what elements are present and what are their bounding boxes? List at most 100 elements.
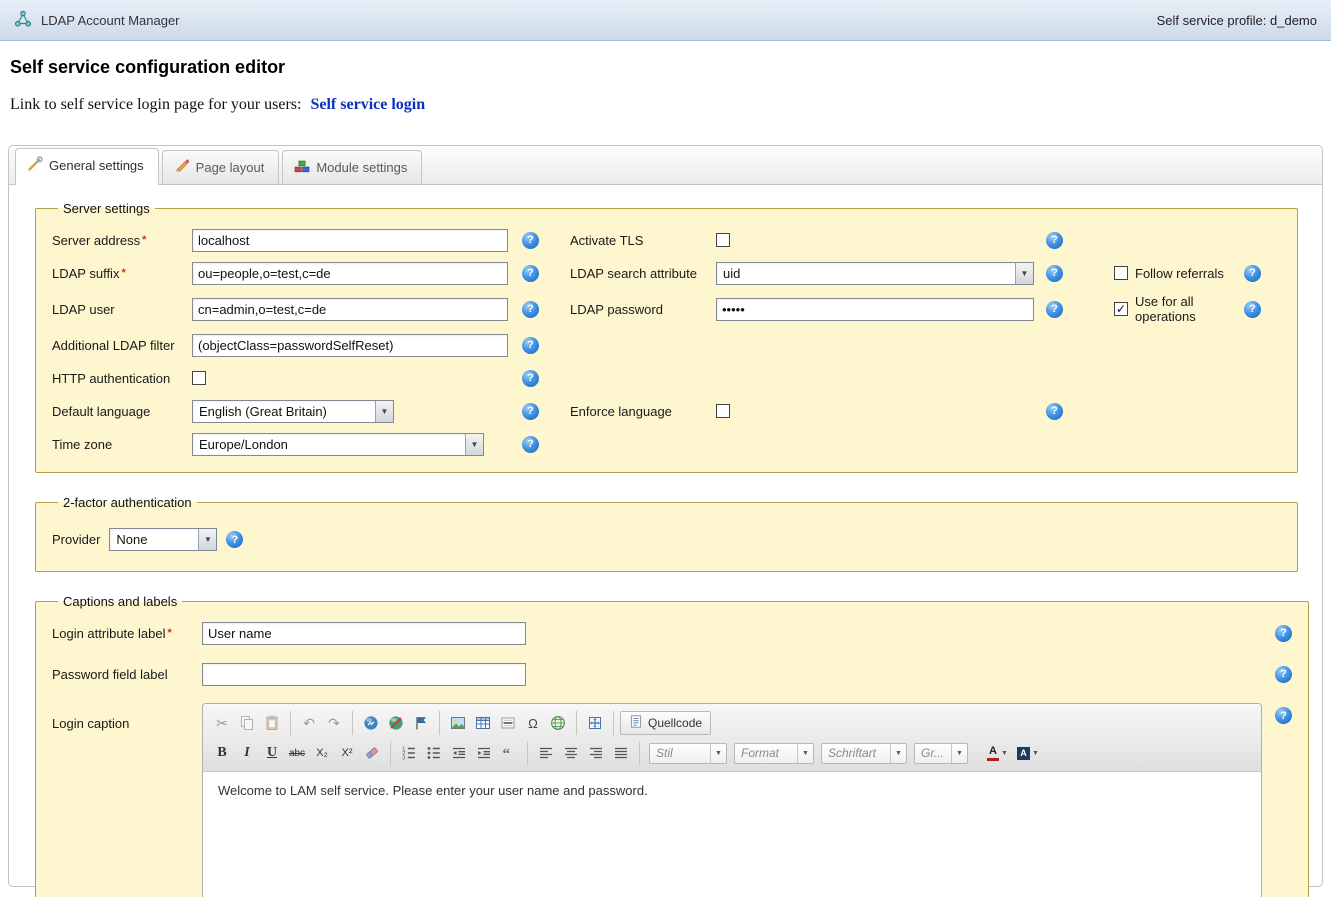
settings-tabs-container: General settings Page layout	[8, 145, 1323, 887]
format-combo[interactable]: Format ▼	[734, 743, 814, 764]
align-right-icon[interactable]	[584, 742, 608, 764]
tab-module-settings-label: Module settings	[316, 160, 407, 175]
help-icon[interactable]	[522, 301, 539, 318]
background-color-button[interactable]: A ▼	[1013, 742, 1043, 764]
align-left-icon[interactable]	[534, 742, 558, 764]
help-icon[interactable]	[1244, 265, 1261, 282]
align-justify-icon[interactable]	[609, 742, 633, 764]
app-title: LDAP Account Manager	[41, 13, 180, 28]
help-icon[interactable]	[1275, 707, 1292, 724]
special-character-icon[interactable]: Ω	[521, 712, 545, 734]
login-attribute-input[interactable]	[202, 622, 526, 645]
pencil-icon	[174, 158, 190, 177]
self-service-login-link[interactable]: Self service login	[310, 96, 425, 113]
image-icon[interactable]	[446, 712, 470, 734]
help-icon[interactable]	[522, 232, 539, 249]
color-bar	[987, 758, 999, 761]
help-icon[interactable]	[1046, 403, 1063, 420]
captions-legend: Captions and labels	[58, 594, 182, 609]
login-line: Link to self service login page for your…	[10, 96, 1331, 114]
indent-icon[interactable]	[472, 742, 496, 764]
server-settings-fieldset: Server settings Server address* Activate…	[35, 201, 1298, 473]
bulleted-list-icon[interactable]	[422, 742, 446, 764]
password-field-label-input[interactable]	[202, 663, 526, 686]
ldap-password-input[interactable]	[716, 298, 1034, 321]
help-icon[interactable]	[522, 265, 539, 282]
help-icon[interactable]	[1244, 301, 1261, 318]
tab-page-layout[interactable]: Page layout	[162, 150, 280, 184]
bold-button[interactable]: B	[210, 742, 234, 764]
help-icon[interactable]	[1046, 232, 1063, 249]
link-icon[interactable]	[359, 712, 383, 734]
tab-general-settings[interactable]: General settings	[15, 148, 159, 185]
provider-select[interactable]: None ▼	[109, 528, 217, 551]
numbered-list-icon[interactable]: 123	[397, 742, 421, 764]
follow-referrals-checkbox[interactable]	[1114, 266, 1128, 280]
chevron-down-icon: ▼	[1032, 750, 1039, 757]
svg-text:3: 3	[402, 756, 405, 761]
source-code-button[interactable]: Quellcode	[620, 711, 711, 735]
required-asterisk: *	[167, 627, 171, 639]
underline-button[interactable]: U	[260, 742, 284, 764]
editor-content-area[interactable]: Welcome to LAM self service. Please ente…	[203, 772, 1261, 897]
required-asterisk: *	[121, 267, 125, 279]
default-language-select[interactable]: English (Great Britain) ▼	[192, 400, 394, 423]
tab-module-settings[interactable]: Module settings	[282, 150, 422, 184]
help-icon[interactable]	[1275, 625, 1292, 642]
captions-fieldset: Captions and labels Login attribute labe…	[35, 594, 1309, 897]
enforce-language-checkbox[interactable]	[716, 404, 730, 418]
http-authentication-checkbox[interactable]	[192, 371, 206, 385]
table-icon[interactable]	[471, 712, 495, 734]
style-combo[interactable]: Stil ▼	[649, 743, 727, 764]
ldap-search-attribute-select[interactable]: uid ▼	[716, 262, 1034, 285]
blockquote-icon[interactable]: “	[497, 742, 521, 764]
server-settings-legend: Server settings	[58, 201, 155, 216]
use-for-all-operations-checkbox[interactable]: ✓	[1114, 302, 1128, 316]
help-icon[interactable]	[522, 403, 539, 420]
chevron-down-icon: ▼	[465, 434, 483, 455]
maximize-icon[interactable]	[583, 712, 607, 734]
ldap-suffix-input[interactable]	[192, 262, 508, 285]
help-icon[interactable]	[522, 370, 539, 387]
redo-icon[interactable]: ↷	[322, 712, 346, 734]
help-icon[interactable]	[1046, 301, 1063, 318]
strikethrough-button[interactable]: abc	[285, 742, 309, 764]
paste-icon[interactable]	[260, 712, 284, 734]
align-center-icon[interactable]	[559, 742, 583, 764]
help-icon[interactable]	[522, 337, 539, 354]
use-for-all-operations-label: Use for all operations	[1135, 294, 1237, 324]
help-icon[interactable]	[1275, 666, 1292, 683]
chevron-down-icon: ▼	[1015, 263, 1033, 284]
help-icon[interactable]	[226, 531, 243, 548]
unlink-icon[interactable]	[384, 712, 408, 734]
chevron-down-icon: ▼	[198, 529, 216, 550]
horizontal-rule-icon[interactable]	[496, 712, 520, 734]
font-combo[interactable]: Schriftart ▼	[821, 743, 907, 764]
tab-header: General settings Page layout	[9, 146, 1322, 185]
time-zone-label: Time zone	[52, 432, 192, 456]
chevron-down-icon: ▼	[890, 744, 906, 763]
subscript-button[interactable]: X₂	[310, 742, 334, 764]
time-zone-select[interactable]: Europe/London ▼	[192, 433, 484, 456]
cut-icon[interactable]: ✂	[210, 712, 234, 734]
additional-ldap-filter-input[interactable]	[192, 334, 508, 357]
text-color-button[interactable]: A ▼	[983, 742, 1012, 764]
outdent-icon[interactable]	[447, 742, 471, 764]
activate-tls-checkbox[interactable]	[716, 233, 730, 247]
chevron-down-icon: ▼	[797, 744, 813, 763]
globe-icon[interactable]	[546, 712, 570, 734]
font-size-combo[interactable]: Gr... ▼	[914, 743, 968, 764]
italic-button[interactable]: I	[235, 742, 259, 764]
general-settings-panel: Server settings Server address* Activate…	[9, 185, 1322, 897]
ldap-user-input[interactable]	[192, 298, 508, 321]
help-icon[interactable]	[522, 436, 539, 453]
help-icon[interactable]	[1046, 265, 1063, 282]
server-address-input[interactable]	[192, 229, 508, 252]
anchor-flag-icon[interactable]	[409, 712, 433, 734]
ldap-search-attribute-label: LDAP search attribute	[570, 261, 716, 285]
remove-format-icon[interactable]	[360, 742, 384, 764]
chevron-down-icon: ▼	[375, 401, 393, 422]
copy-icon[interactable]	[235, 712, 259, 734]
undo-icon[interactable]: ↶	[297, 712, 321, 734]
superscript-button[interactable]: X²	[335, 742, 359, 764]
